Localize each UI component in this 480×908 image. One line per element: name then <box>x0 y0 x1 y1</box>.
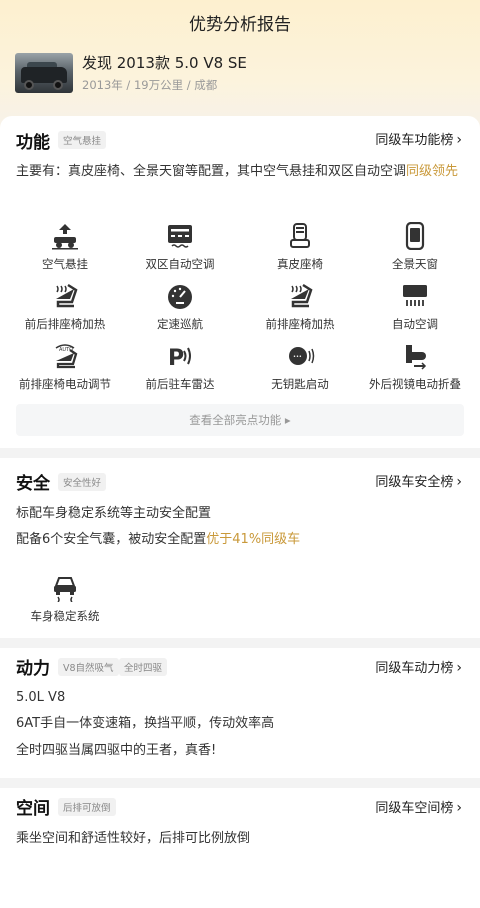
power-seat-icon: AUTO <box>55 344 78 369</box>
function-desc-text: 主要有：真皮座椅、全景天窗等配置，其中空气悬挂和双区自动空调 <box>16 164 407 179</box>
power-tag-drive: 全时四驱 <box>119 658 168 676</box>
section-divider <box>0 778 480 788</box>
seat-heating-icon <box>56 283 78 308</box>
safety-line-1: 标配车身稳定系统等主动安全配置 <box>16 506 212 521</box>
space-card: 空间 后排可放倒 同级车空间榜 › 乘坐空间和舒适性较好，后排可比例放倒 <box>0 788 480 908</box>
feature-item[interactable]: 全景天窗 <box>355 222 475 272</box>
feature-label: 外后视镜电动折叠 <box>369 377 461 391</box>
car-thumbnail[interactable] <box>15 53 73 93</box>
function-tag: 空气悬挂 <box>58 131 107 149</box>
section-divider <box>0 638 480 648</box>
feature-item[interactable]: 车身稳定系统 <box>5 574 125 624</box>
safety-tag: 安全性好 <box>58 473 107 491</box>
feature-label: 无钥匙启动 <box>271 377 329 391</box>
panoramic-sunroof-icon <box>405 222 425 250</box>
function-title: 功能 <box>16 133 50 153</box>
power-line-2: 6AT手自一体变速箱，换挡平顺，传动效率高 <box>16 716 275 731</box>
function-card: 功能 空气悬挂 同级车功能榜 › 主要有：真皮座椅、全景天窗等配置，其中空气悬挂和… <box>0 116 480 448</box>
feature-item[interactable]: 双区自动空调 <box>120 222 240 272</box>
power-title: 动力 <box>16 659 50 679</box>
feature-label: 真皮座椅 <box>277 257 323 271</box>
svg-text:•••: ••• <box>293 354 302 360</box>
space-rank-label: 同级车空间榜 <box>375 801 454 816</box>
mirror-fold-icon <box>406 345 427 370</box>
feature-item[interactable]: ••• 无钥匙启动 <box>240 342 360 392</box>
dual-zone-ac-icon <box>168 225 192 248</box>
chevron-right-icon: › <box>456 132 462 148</box>
stability-control-icon <box>54 577 76 602</box>
feature-label: 前排座椅电动调节 <box>19 377 111 391</box>
feature-item[interactable]: 前后排座椅加热 <box>5 282 125 332</box>
power-rank-link[interactable]: 同级车动力榜 › <box>375 657 462 676</box>
section-divider <box>0 448 480 458</box>
safety-title: 安全 <box>16 474 50 494</box>
feature-label: 前后排座椅加热 <box>24 317 106 331</box>
report-header: 优势分析报告 发现 2013款 5.0 V8 SE 2013年 / 19万公里 … <box>0 0 480 130</box>
function-desc-highlight: 同级领先 <box>406 164 459 179</box>
page-title: 优势分析报告 <box>189 15 291 35</box>
car-name: 发现 2013款 5.0 V8 SE <box>82 54 247 72</box>
feature-item[interactable]: AUTO 前排座椅电动调节 <box>5 342 125 392</box>
safety-line-2-text: 配备6个安全气囊，被动安全配置 <box>16 532 207 547</box>
keyless-start-icon: ••• <box>289 347 315 365</box>
power-line-1: 5.0L V8 <box>16 690 66 705</box>
chevron-right-icon: › <box>456 474 462 490</box>
feature-item[interactable]: 自动空调 <box>355 282 475 332</box>
safety-rank-label: 同级车安全榜 <box>375 475 454 490</box>
feature-label: 自动空调 <box>392 317 438 331</box>
safety-line-2: 配备6个安全气囊，被动安全配置优于41%同级车 <box>16 529 464 551</box>
feature-label: 空气悬挂 <box>42 257 88 271</box>
feature-label: 车身稳定系统 <box>30 609 100 623</box>
car-meta: 2013年 / 19万公里 / 成都 <box>82 78 218 92</box>
leather-seat-icon <box>290 223 310 248</box>
feature-item[interactable]: P 前后驻车雷达 <box>120 342 240 392</box>
feature-item[interactable]: 前排座椅加热 <box>240 282 360 332</box>
chevron-right-icon: › <box>456 660 462 676</box>
feature-item[interactable]: 真皮座椅 <box>240 222 360 272</box>
feature-label: 定速巡航 <box>157 317 203 331</box>
function-description: 主要有：真皮座椅、全景天窗等配置，其中空气悬挂和双区自动空调同级领先 <box>16 161 464 183</box>
space-rank-link[interactable]: 同级车空间榜 › <box>375 797 462 816</box>
air-suspension-icon <box>52 224 78 250</box>
feature-label: 前排座椅加热 <box>265 317 335 331</box>
function-rank-link[interactable]: 同级车功能榜 › <box>375 129 462 148</box>
feature-item[interactable]: 定速巡航 <box>120 282 240 332</box>
chevron-right-icon: › <box>456 800 462 816</box>
safety-card: 安全 安全性好 同级车安全榜 › 标配车身稳定系统等主动安全配置 配备6个安全气囊… <box>0 458 480 638</box>
space-title: 空间 <box>16 799 50 819</box>
safety-line-2-highlight: 优于41%同级车 <box>206 532 301 547</box>
auto-ac-icon <box>403 285 427 306</box>
power-card: 动力 V8自然吸气 全时四驱 同级车动力榜 › 5.0L V8 6AT手自一体变速… <box>0 648 480 778</box>
space-description: 乘坐空间和舒适性较好，后排可比例放倒 <box>16 831 251 846</box>
cruise-control-icon <box>168 285 192 309</box>
power-tag-engine: V8自然吸气 <box>58 658 119 676</box>
feature-item[interactable]: 空气悬挂 <box>5 222 125 272</box>
function-rank-label: 同级车功能榜 <box>375 133 454 148</box>
feature-label: 双区自动空调 <box>145 257 215 271</box>
feature-label: 全景天窗 <box>392 257 438 271</box>
front-seat-heating-icon <box>291 283 313 308</box>
feature-label: 前后驻车雷达 <box>145 377 215 391</box>
parking-radar-icon: P <box>168 346 191 370</box>
safety-rank-link[interactable]: 同级车安全榜 › <box>375 471 462 490</box>
view-all-features-button[interactable]: 查看全部亮点功能 ▸ <box>16 404 464 436</box>
power-line-3: 全时四驱当属四驱中的王者，真香! <box>16 743 217 758</box>
space-tag: 后排可放倒 <box>58 798 116 816</box>
svg-text:P: P <box>168 346 184 370</box>
feature-item[interactable]: 外后视镜电动折叠 <box>355 342 475 392</box>
power-rank-label: 同级车动力榜 <box>375 661 454 676</box>
